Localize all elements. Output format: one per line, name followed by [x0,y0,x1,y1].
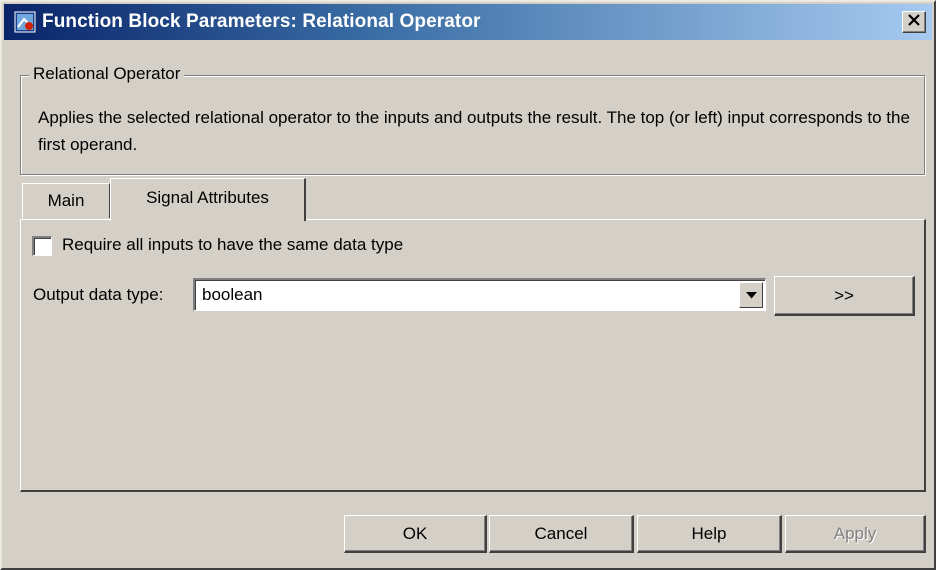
output-data-type-label: Output data type: [33,285,164,304]
close-icon [908,14,920,30]
tab-main[interactable]: Main [22,183,110,218]
require-same-type-checkbox[interactable] [32,236,52,256]
close-button[interactable] [902,11,926,33]
tab-signal-attributes[interactable]: Signal Attributes [110,178,306,221]
tab-label: Main [47,191,85,210]
group-legend: Relational Operator [29,64,185,84]
simulink-block-icon [14,11,36,33]
dropdown-button[interactable] [739,282,763,308]
ok-button[interactable]: OK [344,515,487,553]
data-type-assistant-button[interactable]: >> [774,276,915,316]
window-title: Function Block Parameters: Relational Op… [42,11,481,32]
tab-label: Signal Attributes [146,188,269,207]
cancel-button[interactable]: Cancel [489,515,634,553]
chevron-down-icon [745,286,757,304]
block-description: Applies the selected relational operator… [38,108,910,154]
output-data-type-select[interactable]: boolean [193,278,766,311]
output-data-type-value: boolean [202,285,263,304]
apply-button[interactable]: Apply [785,515,926,553]
title-bar[interactable]: Function Block Parameters: Relational Op… [4,4,932,40]
tab-panel [20,219,926,492]
help-button[interactable]: Help [637,515,782,553]
require-same-type-label[interactable]: Require all inputs to have the same data… [62,235,403,255]
